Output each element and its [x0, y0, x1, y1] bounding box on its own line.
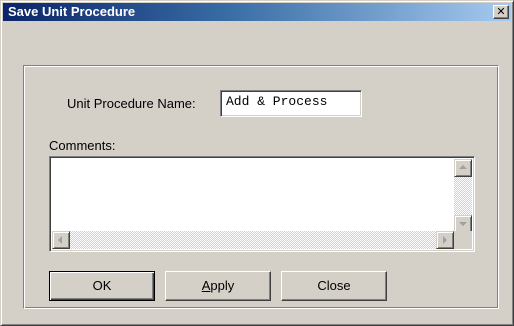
scroll-up-button[interactable]	[454, 159, 472, 177]
scroll-left-button[interactable]	[52, 231, 70, 249]
close-icon: ✕	[496, 5, 506, 18]
window-title: Save Unit Procedure	[8, 4, 136, 19]
save-unit-procedure-dialog: Save Unit Procedure ✕ Unit Procedure Nam…	[0, 0, 514, 326]
horizontal-scrollbar[interactable]	[52, 231, 454, 249]
vertical-scrollbar[interactable]	[454, 159, 472, 233]
scroll-up-icon	[459, 165, 467, 169]
scroll-left-icon	[58, 236, 62, 244]
apply-button[interactable]: Apply	[165, 271, 271, 301]
unit-procedure-name-input[interactable]: Add & Process	[220, 90, 362, 117]
close-window-button[interactable]: ✕	[493, 5, 509, 19]
apply-label: pply	[210, 278, 235, 293]
ok-button[interactable]: OK	[49, 271, 155, 301]
scrollbar-corner	[454, 231, 472, 249]
scroll-right-button[interactable]	[436, 231, 454, 249]
close-button[interactable]: Close	[281, 271, 387, 301]
scroll-down-icon	[459, 222, 467, 226]
unit-procedure-name-label: Unit Procedure Name:	[67, 96, 196, 111]
comments-textarea[interactable]	[49, 156, 475, 252]
scroll-right-icon	[443, 236, 447, 244]
comments-label: Comments:	[49, 138, 116, 153]
title-bar[interactable]: Save Unit Procedure ✕	[3, 3, 511, 21]
